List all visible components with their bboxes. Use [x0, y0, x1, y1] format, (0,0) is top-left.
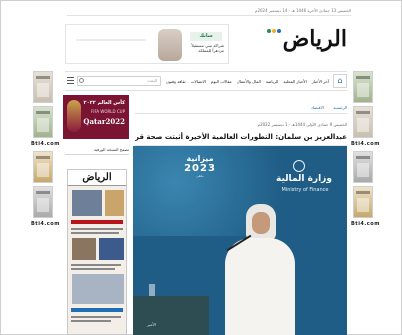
paper-red-strip — [71, 220, 123, 224]
menu-icon[interactable] — [67, 77, 74, 84]
paper-red-strip — [71, 308, 123, 312]
paper-photo — [72, 190, 102, 216]
search-input[interactable]: البحث — [77, 76, 161, 86]
top-date-bar: الخميس 13 جمادى الآخرة 1446 هـ - 14 ديسم… — [67, 5, 351, 16]
badge-subtitle: ملتقى — [196, 174, 204, 178]
ad-brand-label: سابك — [190, 32, 222, 41]
nav-item-business[interactable]: المال والأعمال — [237, 79, 261, 84]
print-edition-thumbnail[interactable]: الرياض — [67, 169, 127, 335]
paper-photo — [72, 238, 96, 260]
book-ad[interactable] — [33, 186, 53, 218]
ad-text: شراكة تبني مستقبلاً مزدهراً للمملكة — [191, 43, 224, 53]
ad-image — [158, 29, 182, 61]
book-ad[interactable] — [353, 106, 373, 138]
article-photo[interactable]: وزارة المالية Ministry of Finance ميزاني… — [133, 146, 347, 335]
worldcup-title: كأس العالم ٢٠٢٢ — [83, 100, 125, 106]
worldcup-banner[interactable]: كأس العالم ٢٠٢٢ FIFA WORLD CUP Qatar2022 — [63, 95, 129, 139]
speaker-face — [252, 212, 270, 234]
book-ad[interactable] — [353, 186, 373, 218]
worldcup-year: Qatar2022 — [83, 117, 125, 126]
badge-title: ميزانية — [186, 154, 214, 163]
right-sidebar-ads: Bti4.com Bti4.com — [351, 71, 379, 293]
speaker-body — [225, 238, 295, 335]
sidebar-label[interactable]: Bti4.com — [31, 141, 59, 147]
paper-text-line — [71, 316, 121, 318]
ad-divider — [76, 39, 146, 41]
paper-photo — [105, 190, 124, 216]
site-logo[interactable]: الرياض — [257, 25, 347, 61]
budget-badge: ميزانية 2023 ملتقى — [173, 154, 227, 194]
logo-dots-icon — [267, 29, 281, 39]
left-sidebar-ads: Bti4.com Bti4.com — [31, 71, 59, 293]
print-edition-title: تصفح النسخة الورقية — [65, 147, 129, 155]
water-glass — [149, 284, 155, 296]
nav-item-latest[interactable]: آخر الأخبار — [312, 79, 329, 84]
paper-text-line — [71, 232, 119, 234]
browser-page: الخميس 13 جمادى الآخرة 1446 هـ - 14 ديسم… — [0, 0, 402, 335]
article-date: الخميس 9 جمادى الأولى 1444هـ - 1 ديسمبر … — [257, 122, 347, 127]
paper-masthead: الرياض — [68, 170, 126, 186]
paper-photo — [72, 274, 124, 304]
article-headline: عبدالعزيز بن سلمان: التطورات العالمية ال… — [135, 133, 347, 141]
paper-text-line — [71, 268, 115, 270]
sidebar-label[interactable]: Bti4.com — [351, 221, 379, 227]
worldcup-subtitle: FIFA WORLD CUP — [90, 109, 125, 114]
breadcrumb-home[interactable]: الرئيسية — [333, 105, 347, 110]
book-ad[interactable] — [33, 106, 53, 138]
paper-text-line — [71, 264, 121, 266]
ministry-emblem-icon — [293, 160, 305, 172]
ministry-name-en: Ministry of Finance — [281, 187, 329, 193]
main-nav: ⌂ آخر الأخبار الأخبار المحلية الرياضة ال… — [65, 71, 347, 91]
nav-items: آخر الأخبار الأخبار المحلية الرياضة الما… — [149, 72, 329, 90]
breadcrumb: الرئيسية الاقتصاد — [135, 104, 347, 114]
badge-year: 2023 — [184, 163, 216, 174]
sidebar-label[interactable]: Bti4.com — [351, 141, 379, 147]
home-icon[interactable]: ⌂ — [333, 74, 347, 88]
search-icon[interactable] — [79, 78, 84, 83]
book-ad[interactable] — [33, 71, 53, 103]
date-text: الخميس 13 جمادى الآخرة 1446 هـ - 14 ديسم… — [254, 8, 351, 13]
nav-item-telecom[interactable]: الاتصالات — [191, 79, 206, 84]
nav-item-local[interactable]: الأخبار المحلية — [283, 79, 306, 84]
ad-banner[interactable]: سابك شراكة تبني مستقبلاً مزدهراً للمملكة — [65, 24, 229, 64]
paper-text-line — [71, 228, 123, 230]
nav-item-culture[interactable]: ثقافة وفنون — [166, 79, 186, 84]
ministry-name-ar: وزارة المالية — [276, 174, 332, 184]
book-ad[interactable] — [33, 151, 53, 183]
trophy-icon — [67, 100, 81, 132]
paper-photo — [99, 238, 124, 260]
paper-text-line — [71, 320, 111, 322]
table-label: الأمير — [147, 322, 156, 327]
nav-item-opinion[interactable]: مقالات اليوم — [211, 79, 232, 84]
nav-item-sports[interactable]: الرياضة — [266, 79, 278, 84]
breadcrumb-section[interactable]: الاقتصاد — [311, 105, 324, 110]
speaker-table: الأمير — [133, 296, 209, 335]
book-ad[interactable] — [353, 151, 373, 183]
book-ad[interactable] — [353, 71, 373, 103]
sidebar-label[interactable]: Bti4.com — [31, 221, 59, 227]
